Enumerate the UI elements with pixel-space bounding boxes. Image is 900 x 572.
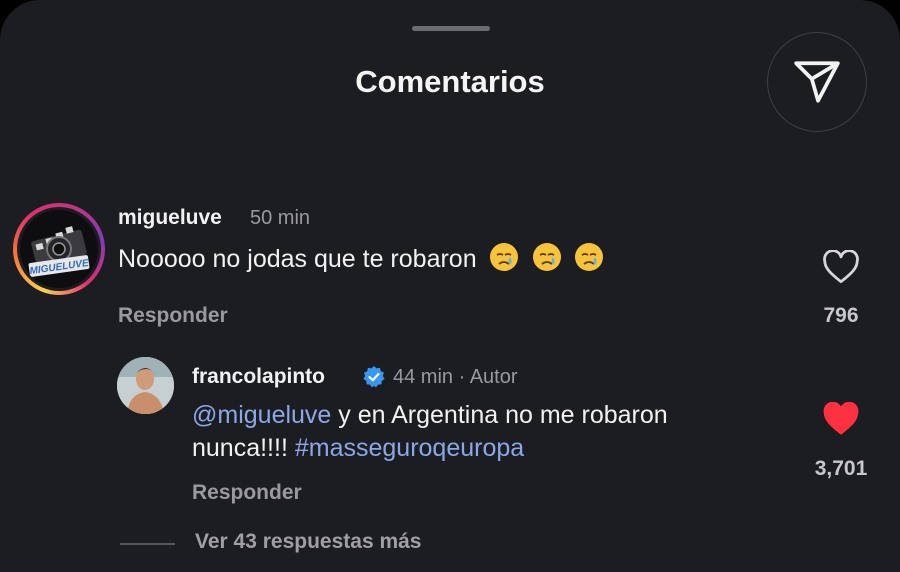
comment-username[interactable]: migueluve	[118, 206, 222, 230]
comment-text-line: nunca!!!! #masseguroqeuropa	[192, 434, 524, 463]
like-count: 796	[823, 304, 859, 327]
comment-meta: 44 min · Autor	[393, 366, 518, 389]
comment-username[interactable]: francolapinto	[192, 365, 325, 389]
comment-text-body: Nooooo no jodas que te robaron	[118, 245, 477, 273]
comments-sheet: Comentarios MIGUELUVE migueluve 50 min N…	[0, 0, 900, 572]
like-count: 3,701	[814, 457, 868, 480]
comment-time: 44 min	[393, 366, 454, 388]
comment-text-body: y en Argentina no me robaron	[331, 401, 668, 429]
comment-time: 50 min	[250, 207, 311, 229]
verified-badge-icon	[363, 366, 385, 388]
author-tag: Autor	[469, 366, 518, 388]
reply-button[interactable]: Responder	[192, 481, 302, 505]
drag-handle[interactable]	[412, 26, 490, 31]
share-button[interactable]	[767, 32, 867, 132]
crying-face-icon	[575, 243, 604, 271]
comment-text-line: @migueluve y en Argentina no me robaron	[192, 401, 668, 430]
send-paper-plane-icon	[794, 61, 840, 103]
hashtag-link[interactable]: #masseguroqeuropa	[295, 434, 524, 462]
comment-text-body: nunca!!!!	[192, 434, 295, 462]
reply-button[interactable]: Responder	[118, 304, 228, 328]
avatar-logo: MIGUELUVE	[28, 226, 90, 277]
like-heart-filled-icon[interactable]	[822, 402, 860, 436]
mention-link[interactable]: @migueluve	[192, 401, 331, 429]
avatar[interactable]: MIGUELUVE	[13, 203, 105, 295]
view-more-replies[interactable]: Ver 43 respuestas más	[195, 530, 422, 554]
avatar[interactable]	[117, 357, 174, 414]
divider	[120, 543, 175, 545]
comment-text: Nooooo no jodas que te robaron	[118, 241, 605, 274]
like-heart-icon[interactable]	[822, 250, 860, 284]
crying-face-icon	[532, 243, 561, 271]
avatar-photo	[117, 357, 174, 414]
sheet-title: Comentarios	[355, 64, 545, 99]
meta-separator: ·	[458, 366, 466, 388]
crying-face-icon	[489, 243, 518, 271]
